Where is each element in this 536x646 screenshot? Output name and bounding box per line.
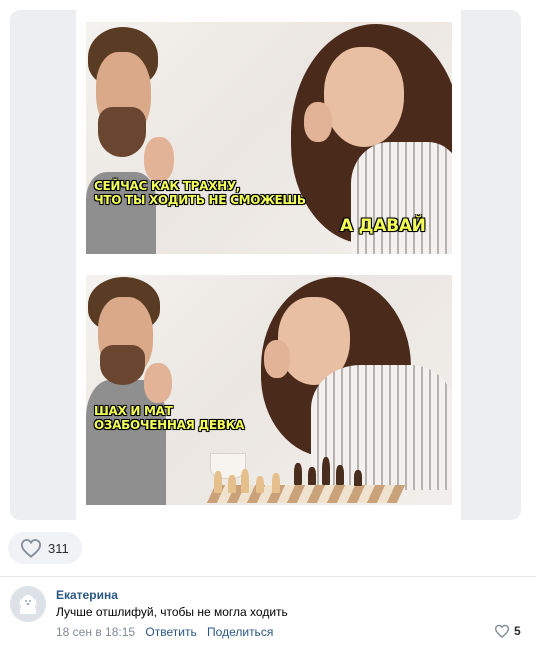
comment-author[interactable]: Екатерина bbox=[56, 588, 118, 602]
chess-piece-dark bbox=[336, 465, 344, 485]
man-hand bbox=[144, 137, 174, 182]
chess-piece-light bbox=[214, 471, 222, 493]
like-count: 311 bbox=[48, 540, 69, 556]
man-beard bbox=[100, 345, 145, 385]
man-hand bbox=[144, 363, 172, 403]
meme-panel-bottom: Шах и мат озабоченная девка bbox=[86, 275, 452, 505]
default-dog-avatar-icon bbox=[10, 586, 46, 622]
comment-meta: 18 сен в 18:15 Ответить Поделиться bbox=[56, 625, 273, 639]
comment-like-count: 5 bbox=[514, 624, 521, 638]
avatar[interactable] bbox=[10, 586, 46, 622]
chess-piece-dark bbox=[354, 470, 362, 486]
meme-caption-top-line2: что ты ходить не сможешь bbox=[94, 193, 306, 207]
chess-piece-dark bbox=[308, 467, 316, 485]
chess-piece-light bbox=[228, 475, 236, 493]
woman-shirt bbox=[311, 365, 452, 490]
heart-outline-icon bbox=[494, 624, 510, 638]
chess-piece-light bbox=[256, 476, 264, 493]
chess-piece-dark bbox=[322, 457, 330, 485]
like-button[interactable]: 311 bbox=[8, 532, 82, 564]
woman-hand bbox=[304, 102, 332, 142]
chess-board bbox=[206, 485, 406, 503]
comment-date[interactable]: 18 сен в 18:15 bbox=[56, 625, 135, 639]
man-beard bbox=[98, 107, 146, 157]
chess-piece-light bbox=[272, 473, 280, 493]
woman-face bbox=[324, 47, 404, 147]
heart-outline-icon bbox=[20, 538, 42, 558]
reply-link[interactable]: Ответить bbox=[145, 625, 196, 639]
meme-caption-bottom-line1: Шах и мат bbox=[94, 404, 173, 418]
divider bbox=[0, 576, 536, 577]
woman-shirt bbox=[351, 142, 452, 254]
post-media[interactable]: Сейчас как трахну, что ты ходить не смож… bbox=[10, 10, 521, 520]
woman-hand bbox=[264, 340, 290, 378]
meme-caption-top-line1: Сейчас как трахну, bbox=[94, 179, 241, 193]
meme-caption-reply: А давай bbox=[340, 216, 426, 236]
meme-caption-bottom-line2: озабоченная девка bbox=[94, 418, 245, 432]
chess-piece-light bbox=[241, 469, 249, 493]
meme-image[interactable]: Сейчас как трахну, что ты ходить не смож… bbox=[76, 10, 461, 520]
chess-piece-dark bbox=[294, 463, 302, 485]
share-link[interactable]: Поделиться bbox=[207, 625, 273, 639]
meme-panel-top: Сейчас как трахну, что ты ходить не смож… bbox=[86, 22, 452, 254]
comment-like-button[interactable]: 5 bbox=[494, 624, 521, 638]
comment-text: Лучше отшлифуй, чтобы не могла ходить bbox=[56, 605, 288, 619]
